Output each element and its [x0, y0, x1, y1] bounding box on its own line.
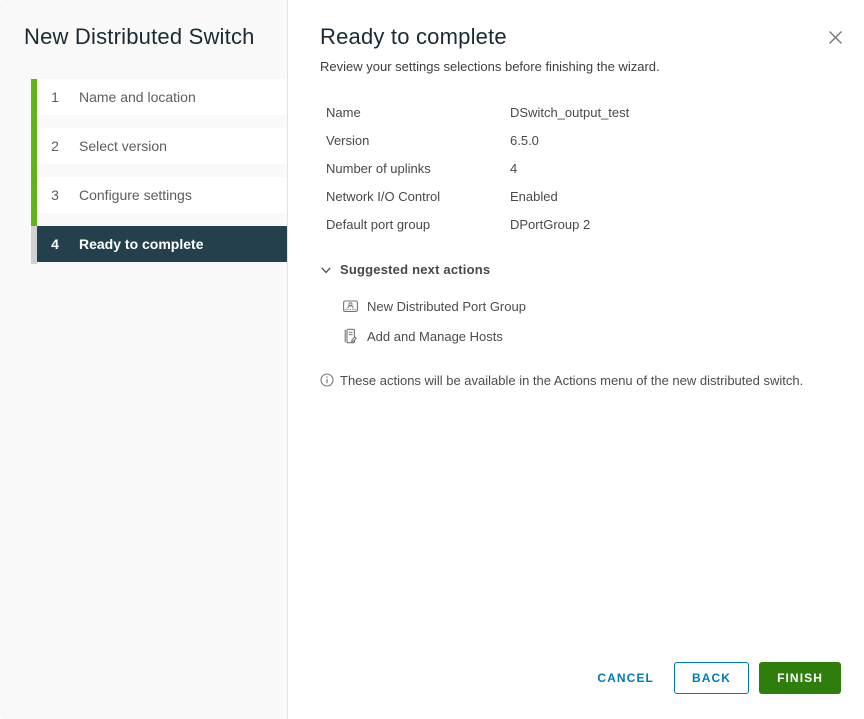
step-number: 1 [51, 89, 59, 105]
step-name-and-location[interactable]: 1 Name and location [37, 79, 287, 115]
port-group-icon [342, 298, 359, 314]
row-value: 6.5.0 [510, 132, 539, 148]
action-label: Add and Manage Hosts [367, 328, 503, 344]
table-row-default-port-group: Default port group DPortGroup 2 [320, 210, 840, 238]
step-ready-to-complete[interactable]: 4 Ready to complete [35, 226, 287, 262]
step-label: Select version [79, 138, 167, 154]
row-value: DSwitch_output_test [510, 104, 630, 120]
page-subtitle: Review your settings selections before f… [320, 59, 660, 74]
table-row-version: Version 6.5.0 [320, 126, 840, 154]
progress-bar-completed [31, 79, 37, 226]
finish-button[interactable]: FINISH [759, 662, 841, 694]
row-label: Number of uplinks [326, 160, 431, 176]
hosts-edit-icon [342, 328, 359, 344]
suggested-actions-list: New Distributed Port Group Add and Manag… [320, 291, 840, 351]
wizard-title: New Distributed Switch [24, 24, 255, 49]
action-add-and-manage-hosts[interactable]: Add and Manage Hosts [342, 321, 840, 351]
new-distributed-switch-dialog: New Distributed Switch 1 Name and locati… [0, 0, 864, 719]
page-title: Ready to complete [320, 24, 507, 49]
step-label: Name and location [79, 89, 196, 105]
cancel-button[interactable]: CANCEL [587, 662, 664, 694]
settings-summary-table: Name DSwitch_output_test Version 6.5.0 N… [320, 98, 840, 238]
progress-bar-current [31, 226, 37, 264]
table-row-uplinks: Number of uplinks 4 [320, 154, 840, 182]
suggested-next-actions-header: Suggested next actions [340, 262, 491, 277]
wizard-steps: 1 Name and location 2 Select version 3 C… [0, 79, 287, 264]
ready-to-complete-panel: Ready to complete Review your settings s… [288, 0, 864, 719]
close-icon [828, 30, 843, 45]
step-configure-settings[interactable]: 3 Configure settings [37, 177, 287, 213]
row-label: Default port group [326, 216, 431, 232]
table-row-name: Name DSwitch_output_test [320, 98, 840, 126]
step-number: 3 [51, 187, 59, 203]
step-number: 4 [51, 236, 59, 252]
info-note-text: These actions will be available in the A… [340, 373, 804, 388]
info-icon [320, 373, 334, 391]
action-label: New Distributed Port Group [367, 298, 526, 314]
suggested-next-actions-toggle[interactable]: Suggested next actions [320, 262, 840, 277]
close-button[interactable] [824, 26, 846, 48]
step-label: Configure settings [79, 187, 192, 203]
row-label: Network I/O Control [326, 188, 441, 204]
back-button[interactable]: BACK [673, 662, 750, 694]
row-value: Enabled [510, 188, 558, 204]
row-label: Name [326, 104, 361, 120]
action-new-distributed-port-group[interactable]: New Distributed Port Group [342, 291, 840, 321]
step-select-version[interactable]: 2 Select version [37, 128, 287, 164]
row-value: 4 [510, 160, 518, 176]
step-number: 2 [51, 138, 59, 154]
chevron-down-icon [320, 264, 332, 276]
wizard-footer: CANCEL BACK FINISH [587, 662, 841, 694]
info-note: These actions will be available in the A… [320, 372, 836, 391]
row-label: Version [326, 132, 370, 148]
row-value: DPortGroup 2 [510, 216, 591, 232]
step-label: Ready to complete [79, 236, 204, 252]
wizard-sidebar: New Distributed Switch 1 Name and locati… [0, 0, 288, 719]
table-row-nioc: Network I/O Control Enabled [320, 182, 840, 210]
